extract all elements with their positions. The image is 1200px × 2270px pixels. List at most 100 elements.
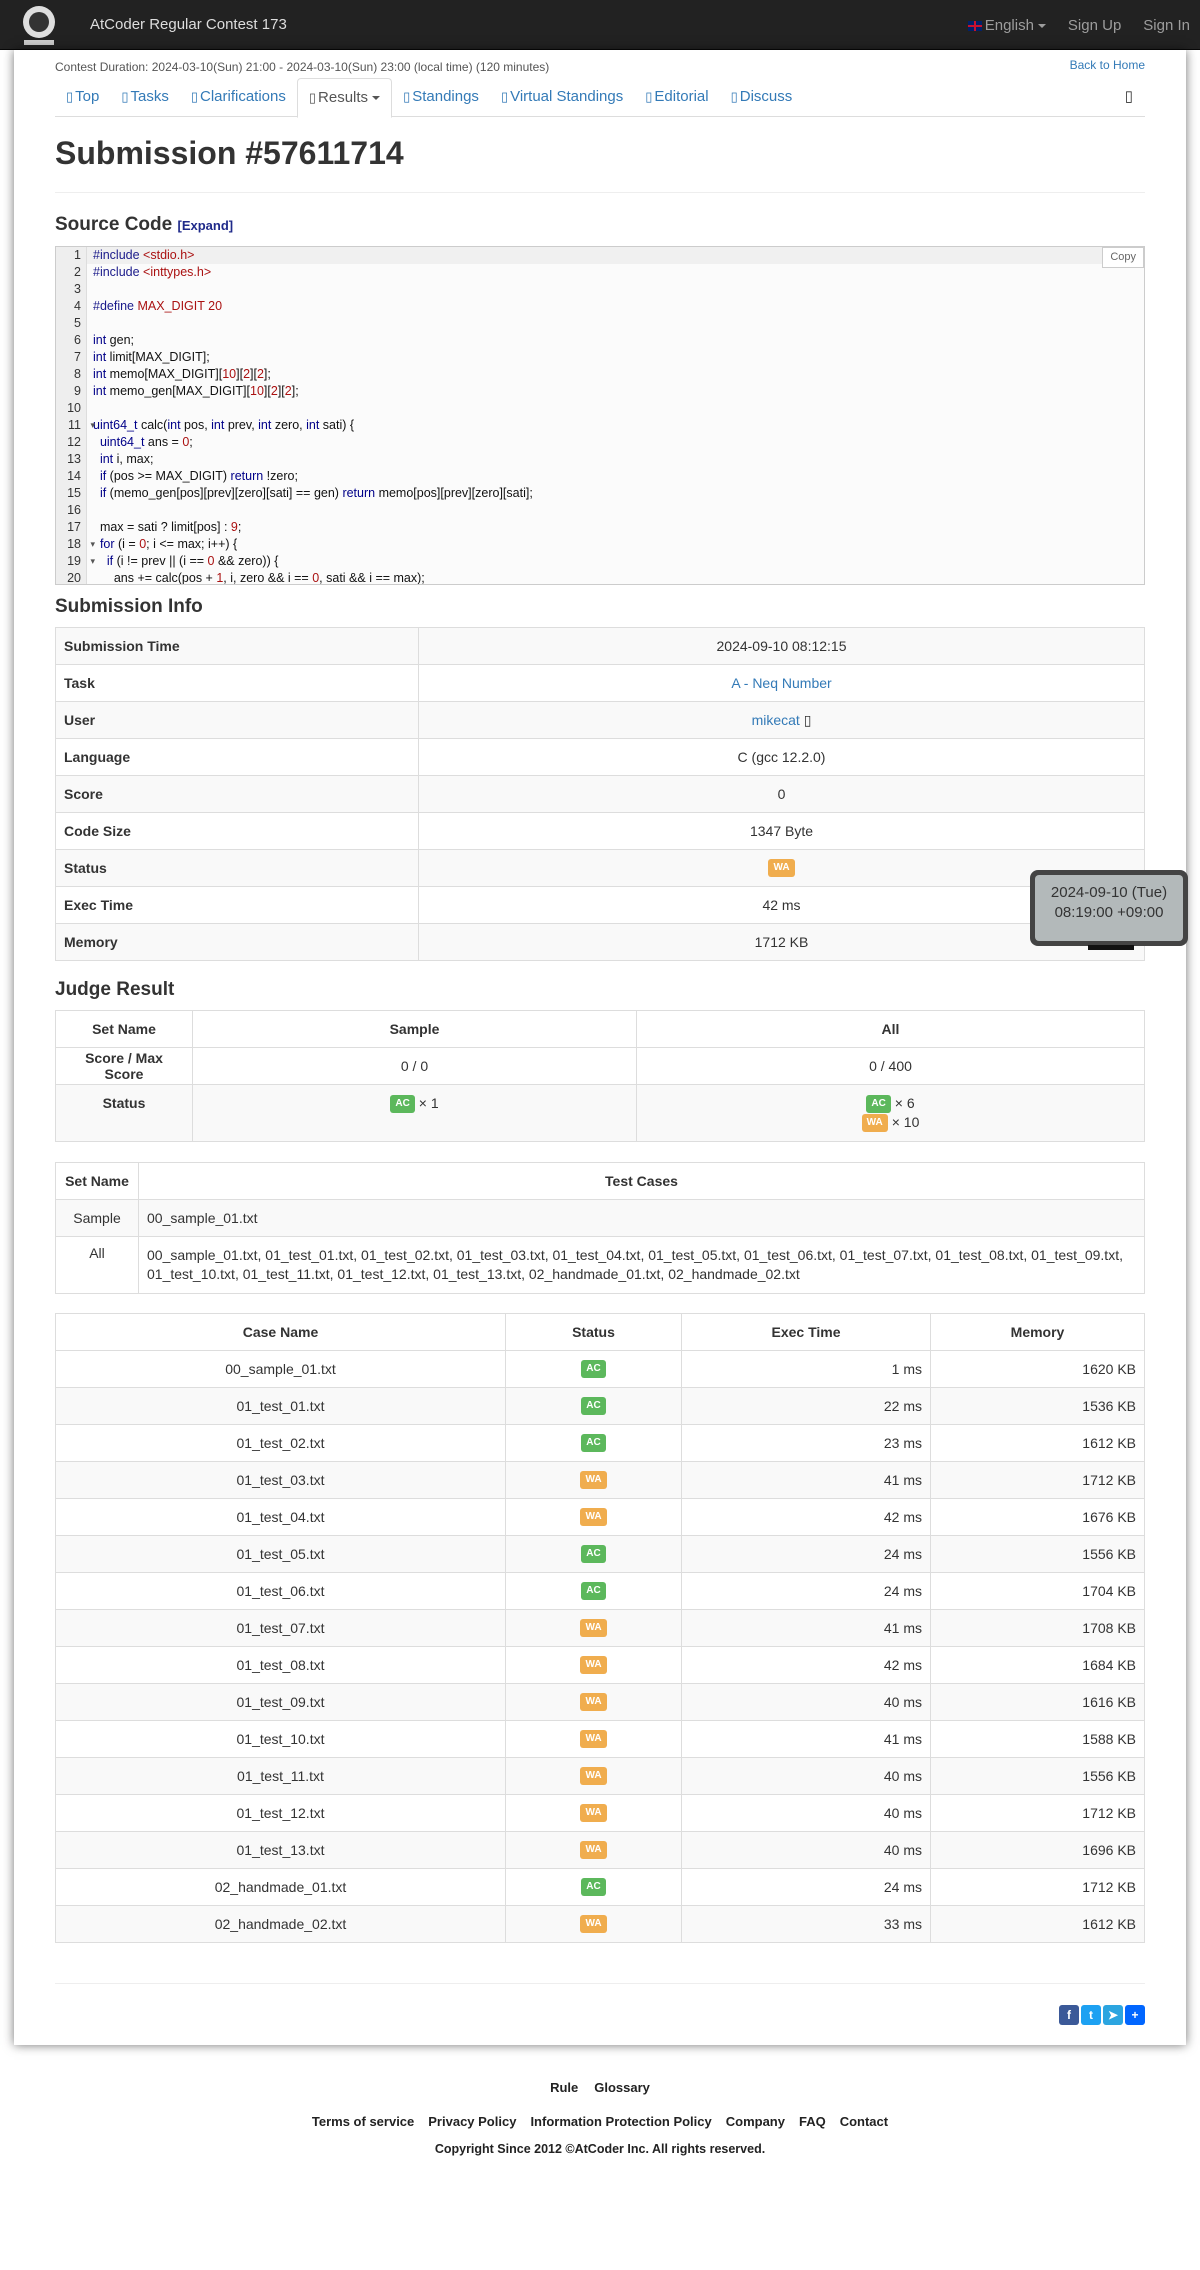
set-name: Sample — [55, 1199, 139, 1237]
line-number: 1 — [56, 247, 87, 264]
line-number: 19 — [56, 553, 95, 570]
table-row: 01_test_11.txt WA 40 ms 1556 KB — [55, 1757, 1145, 1795]
footer-link[interactable]: Terms of service — [312, 2114, 414, 2129]
line-number: 20 — [56, 570, 87, 584]
case-memory: 1708 KB — [930, 1609, 1145, 1647]
header-status: Status — [505, 1313, 682, 1351]
task-link[interactable]: A - Neq Number — [731, 675, 831, 691]
case-status: AC — [505, 1387, 682, 1425]
case-exec-time: 40 ms — [681, 1794, 931, 1832]
footer-link[interactable]: Company — [726, 2114, 785, 2129]
tab-standings[interactable]: ▯ Standings — [392, 78, 490, 117]
line-text — [87, 400, 93, 417]
status-badge: WA — [580, 1471, 607, 1490]
tab-discuss[interactable]: ▯ Discuss — [720, 78, 804, 117]
line-number: 2 — [56, 264, 87, 281]
case-exec-time: 24 ms — [681, 1572, 931, 1610]
table-row: 01_test_03.txt WA 41 ms 1712 KB — [55, 1461, 1145, 1499]
status-badge: AC — [390, 1095, 415, 1114]
source-code-box[interactable]: Copy 1 #include <stdio.h> 2 #include <intty… — [55, 246, 1145, 585]
header-sample: Sample — [192, 1010, 637, 1048]
line-text: #include <stdio.h> — [93, 248, 195, 262]
table-row: 01_test_10.txt WA 41 ms 1588 KB — [55, 1720, 1145, 1758]
line-number: 4 — [56, 298, 87, 315]
telegram-icon[interactable]: ➤ — [1103, 2005, 1123, 2025]
line-number: 14 — [56, 468, 87, 485]
status-badge: WA — [580, 1841, 607, 1860]
info-value: 0 — [418, 775, 1145, 813]
footer-link[interactable]: Privacy Policy — [428, 2114, 516, 2129]
facebook-icon[interactable]: f — [1059, 2005, 1079, 2025]
contest-brand[interactable]: AtCoder Regular Contest 173 — [90, 0, 287, 50]
tab-clarifications[interactable]: ▯ Clarifications — [180, 78, 297, 117]
tab-label: Discuss — [739, 88, 793, 105]
language-dropdown[interactable]: English — [967, 16, 1046, 34]
signin-link[interactable]: Sign In — [1143, 17, 1190, 34]
table-row: Score 0 — [55, 775, 1145, 813]
table-row: Task A - Neq Number — [55, 664, 1145, 702]
back-to-home-link[interactable]: Back to Home — [1070, 58, 1145, 72]
table-row: 01_test_12.txt WA 40 ms 1712 KB — [55, 1794, 1145, 1832]
test-cases-table: Case Name Status Exec Time Memory 00_sam… — [55, 1313, 1145, 1943]
tab-results[interactable]: ▯ Results — [296, 78, 393, 118]
tab-editorial[interactable]: ▯ Editorial — [634, 78, 719, 117]
footer-link[interactable]: Contact — [840, 2114, 888, 2129]
share-plus-icon[interactable]: + — [1125, 2005, 1145, 2025]
count-text: × 10 — [891, 1114, 920, 1130]
footer-link[interactable]: Information Protection Policy — [530, 2114, 711, 2129]
status-badge: AC — [581, 1545, 606, 1564]
case-status: AC — [505, 1868, 682, 1906]
atcoder-logo[interactable] — [14, 2, 64, 48]
user-link[interactable]: mikecat — [752, 712, 800, 728]
case-exec-time: 42 ms — [681, 1498, 931, 1536]
code-line: 1 #include <stdio.h> — [56, 247, 1144, 264]
info-key: Score — [55, 775, 419, 813]
status-badge: AC — [581, 1397, 606, 1416]
fullscreen-icon[interactable]: ▯ — [1113, 78, 1145, 116]
expand-link[interactable]: [Expand] — [177, 218, 233, 233]
case-exec-time: 1 ms — [681, 1350, 931, 1388]
status-badge: AC — [866, 1095, 891, 1113]
status-badge: WA — [861, 1114, 888, 1133]
code-line: 19 if (i != prev || (i == 0 && zero)) { — [56, 553, 1144, 570]
case-exec-time: 40 ms — [681, 1757, 931, 1795]
tab-top[interactable]: ▯ Top — [55, 78, 110, 117]
user-history-icon[interactable]: ▯ — [800, 712, 812, 728]
footer-link[interactable]: FAQ — [799, 2114, 826, 2129]
copy-button[interactable]: Copy — [1102, 247, 1144, 268]
line-text: #include <inttypes.h> — [93, 265, 212, 279]
code-line: 9 int memo_gen[MAX_DIGIT][10][2][2]; — [56, 383, 1144, 400]
info-value: C (gcc 12.2.0) — [418, 738, 1145, 776]
line-number: 10 — [56, 400, 87, 417]
language-label: English — [984, 16, 1034, 34]
info-key: Status — [55, 849, 419, 887]
header-test-cases: Test Cases — [138, 1162, 1145, 1200]
twitter-icon[interactable]: t — [1081, 2005, 1101, 2025]
case-status: WA — [505, 1646, 682, 1684]
case-memory: 1704 KB — [930, 1572, 1145, 1610]
info-key: Language — [55, 738, 419, 776]
home-icon: ▯ — [66, 89, 74, 104]
contest-duration: Contest Duration: 2024-03-10(Sun) 21:00 … — [55, 60, 550, 74]
header-case-name: Case Name — [55, 1313, 506, 1351]
table-row: Set Name Test Cases — [55, 1162, 1145, 1200]
info-value[interactable]: mikecat ▯ — [418, 701, 1145, 739]
header-all: All — [636, 1010, 1145, 1048]
footer-link[interactable]: Rule — [550, 2080, 578, 2095]
status-badge: WA — [580, 1915, 607, 1934]
info-value[interactable]: A - Neq Number — [418, 664, 1145, 702]
caret-down-icon — [1037, 23, 1046, 28]
signup-link[interactable]: Sign Up — [1068, 17, 1121, 34]
tooltip-arrow — [1088, 945, 1134, 950]
footer-link[interactable]: Glossary — [594, 2080, 650, 2095]
tab-tasks[interactable]: ▯ Tasks — [110, 78, 180, 117]
sample-score: 0 / 0 — [192, 1047, 637, 1085]
tab-virtual-standings[interactable]: ▯ Virtual Standings — [490, 78, 634, 117]
info-key: Submission Time — [55, 627, 419, 665]
table-row: Submission Time 2024-09-10 08:12:15 — [55, 627, 1145, 665]
all-score: 0 / 400 — [636, 1047, 1145, 1085]
line-text: int i, max; — [99, 452, 154, 466]
info-key: Code Size — [55, 812, 419, 850]
sample-status: AC × 1 — [192, 1084, 637, 1142]
case-status: AC — [505, 1572, 682, 1610]
